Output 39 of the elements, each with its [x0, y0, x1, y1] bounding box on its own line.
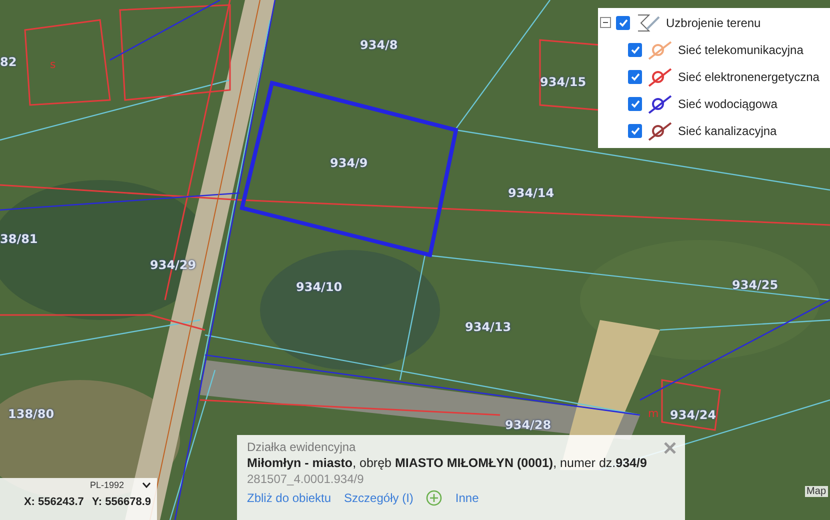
checkbox[interactable] [628, 124, 642, 138]
checkbox[interactable] [628, 96, 642, 110]
parcel-number: 934/9 [330, 156, 368, 170]
popup-link[interactable]: Szczegóły (I) [344, 491, 414, 505]
caret-icon [142, 482, 151, 488]
projection-dropdown[interactable]: PL-1992 [90, 480, 151, 490]
building-symbol: s [50, 58, 56, 71]
collapse-toggle-icon[interactable] [600, 17, 611, 28]
popup-link[interactable]: Zbliż do obiektu [247, 491, 332, 505]
parcel-number: 138/80 [8, 407, 54, 421]
parcel-number: 934/28 [505, 418, 552, 432]
parcel-number: 934/13 [465, 320, 512, 334]
legend-group-label: Uzbrojenie terenu [666, 16, 761, 30]
parcel-number: 934/8 [360, 38, 398, 52]
checkbox[interactable] [628, 42, 642, 56]
checkbox[interactable] [616, 16, 630, 30]
parcel-description: Miłomłyn - miasto, obręb MIASTO MIŁOMŁYN (0001), numer dz.934/9 [247, 456, 648, 470]
parcel-identifier: 281507_4.0001.934/9 [247, 472, 365, 486]
parcel-number: 82 [0, 55, 17, 69]
building-outline [661, 379, 721, 431]
legend-layer-label: Sieć telekomunikacyjna [678, 42, 804, 56]
close-icon[interactable] [663, 441, 677, 455]
parcel-number: 934/15 [540, 75, 586, 89]
checkbox[interactable] [628, 70, 642, 84]
parcel-number: 934/14 [508, 186, 554, 200]
parcel-number: 934/10 [296, 280, 342, 294]
popup-link[interactable]: Inne [455, 491, 479, 505]
parcel-number: 38/81 [0, 232, 38, 246]
popup-title: Działka ewidencyjna [247, 440, 356, 454]
parcel-number: 934/25 [732, 278, 778, 292]
legend-layer-label: Sieć kanalizacyjna [678, 124, 777, 138]
x-coordinate: X: 556243.7 [24, 496, 84, 508]
legend-layer-label: Sieć wodociągowa [678, 96, 778, 110]
legend-layer-label: Sieć elektronenergetyczna [678, 70, 820, 84]
y-coordinate: Y: 556678.9 [92, 496, 151, 508]
parcel-number: 934/24 [670, 408, 716, 422]
map-attribution: Map [804, 486, 828, 497]
building-symbol: m [648, 407, 659, 420]
map-layer-icon [635, 12, 661, 32]
